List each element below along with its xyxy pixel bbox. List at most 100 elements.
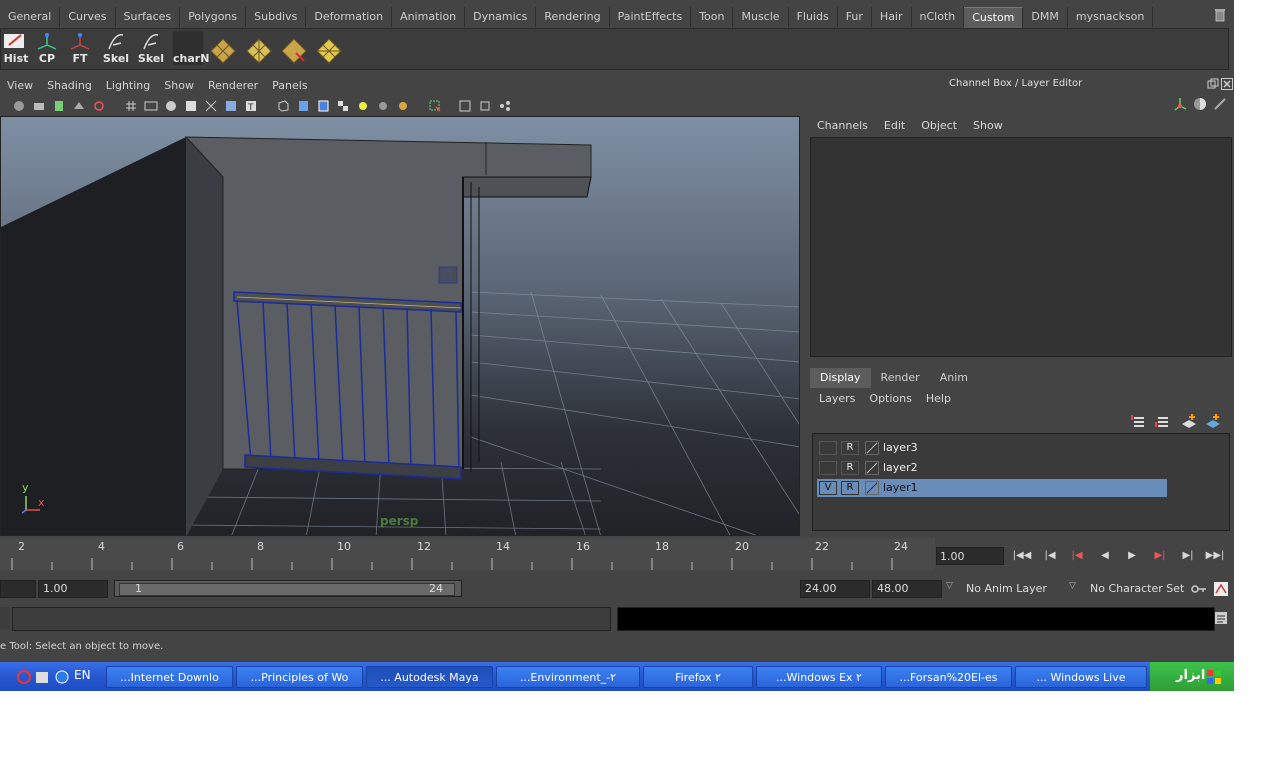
character-set-dropdown[interactable]: No Character Set xyxy=(1090,582,1184,595)
taskbar-button-environment[interactable]: ...Environment_-۲ xyxy=(496,666,640,688)
shelf-button-ft[interactable]: FT xyxy=(65,31,95,65)
new-layer-selected-icon[interactable] xyxy=(1204,412,1222,430)
default-light-icon[interactable] xyxy=(356,99,370,113)
chevron-down-icon[interactable]: ▽ xyxy=(946,581,953,591)
taskbar-button-internet-download[interactable]: ...Internet Downlo xyxy=(106,666,233,688)
layer-color-swatch[interactable] xyxy=(865,461,879,475)
quick-launch-icons[interactable] xyxy=(2,669,72,685)
move-layer-down-icon[interactable] xyxy=(1154,412,1172,430)
shelf-tab-polygons[interactable]: Polygons xyxy=(180,7,247,27)
2d-pan-zoom-icon[interactable] xyxy=(92,99,106,113)
tab-display[interactable]: Display xyxy=(810,368,871,388)
step-back-key-button[interactable]: |◀ xyxy=(1067,550,1087,564)
menu-renderer[interactable]: Renderer xyxy=(201,76,265,96)
shelf-tab-subdivs[interactable]: Subdivs xyxy=(246,7,307,27)
menu-channels[interactable]: Channels xyxy=(809,117,876,135)
select-camera-icon[interactable] xyxy=(12,99,26,113)
menu-object[interactable]: Object xyxy=(913,117,965,135)
script-editor-icon[interactable] xyxy=(1214,611,1228,625)
shelf-tab-fluids[interactable]: Fluids xyxy=(789,7,838,27)
safe-title-icon[interactable]: T xyxy=(244,99,258,113)
taskbar-button-autodesk-maya[interactable]: ... Autodesk Maya xyxy=(366,666,493,688)
animation-start-field[interactable] xyxy=(0,580,36,598)
new-empty-layer-icon[interactable] xyxy=(1180,412,1198,430)
resolution-gate-icon[interactable] xyxy=(164,99,178,113)
taskbar-button-windows-live[interactable]: ... Windows Live xyxy=(1015,666,1147,688)
textured-icon[interactable] xyxy=(336,99,350,113)
shelf-button-cp[interactable]: CP xyxy=(32,31,62,65)
isolate-select-icon[interactable] xyxy=(428,99,442,113)
shelf-tab-toon[interactable]: Toon xyxy=(691,7,734,27)
all-lights-icon[interactable] xyxy=(376,99,390,113)
shelf-tab-muscle[interactable]: Muscle xyxy=(733,7,789,27)
taskbar-button-principles[interactable]: ...Principles of Wo xyxy=(236,666,363,688)
layer-row-selected[interactable]: V R layer1 xyxy=(817,479,1167,497)
play-forwards-button[interactable]: ▶ xyxy=(1122,550,1142,564)
menu-lighting[interactable]: Lighting xyxy=(99,76,157,96)
shelf-tab-custom[interactable]: Custom xyxy=(964,7,1024,28)
smooth-shade-icon[interactable] xyxy=(296,99,310,113)
layer-visibility-toggle[interactable] xyxy=(819,441,837,455)
shelf-tab-general[interactable]: General xyxy=(0,7,61,27)
wireframe-on-shaded-icon[interactable] xyxy=(316,99,330,113)
move-layer-up-icon[interactable] xyxy=(1130,412,1148,430)
menu-edit[interactable]: Edit xyxy=(876,117,913,135)
animation-preferences-icon[interactable] xyxy=(1213,581,1229,597)
layer-display-type-toggle[interactable]: R xyxy=(841,461,859,475)
command-line-input[interactable] xyxy=(12,607,611,631)
shelf-tab-dmm[interactable]: DMM xyxy=(1023,7,1068,27)
start-button[interactable]: ابزار xyxy=(1150,662,1234,691)
menu-show[interactable]: Show xyxy=(965,117,1011,135)
grid-toggle-icon[interactable] xyxy=(124,99,138,113)
shelf-button-hist[interactable]: Hist xyxy=(1,31,31,65)
shelf-tab-mysnackson[interactable]: mysnackson xyxy=(1068,7,1154,27)
menu-layers[interactable]: Layers xyxy=(812,390,862,408)
shelf-tab-animation[interactable]: Animation xyxy=(392,7,466,27)
xray-icon[interactable] xyxy=(458,99,472,113)
chevron-down-icon[interactable]: ▽ xyxy=(1069,581,1076,591)
taskbar-button-windows-explorer[interactable]: ...Windows Ex ۲ xyxy=(756,666,882,688)
current-frame-field[interactable]: 1.00 xyxy=(936,547,1004,565)
menu-view[interactable]: View xyxy=(0,76,40,96)
mel-toggle[interactable] xyxy=(0,607,10,629)
manipulator-icon[interactable] xyxy=(1172,96,1188,112)
go-to-end-button[interactable]: ▶▶| xyxy=(1205,550,1225,564)
trash-icon[interactable] xyxy=(1214,8,1226,22)
shelf-button-skel-2[interactable]: Skel xyxy=(136,31,166,65)
shelf-tab-curves[interactable]: Curves xyxy=(60,7,116,27)
image-plane-icon[interactable] xyxy=(72,99,86,113)
layer-display-type-toggle[interactable]: R xyxy=(841,481,859,495)
uv-layout-icon[interactable] xyxy=(313,33,343,67)
shelf-tab-deformation[interactable]: Deformation xyxy=(306,7,393,27)
shelf-tab-hair[interactable]: Hair xyxy=(872,7,912,27)
playback-end-field[interactable]: 24.00 xyxy=(800,580,870,598)
gate-mask-icon[interactable] xyxy=(184,99,198,113)
xray-joints-icon[interactable] xyxy=(478,99,492,113)
bookmark-icon[interactable] xyxy=(52,99,66,113)
tab-anim[interactable]: Anim xyxy=(930,368,978,388)
layer-color-swatch[interactable] xyxy=(865,481,879,495)
taskbar-button-firefox[interactable]: Firefox ۲ xyxy=(643,666,753,688)
uv-plane-icon[interactable] xyxy=(207,33,237,67)
step-back-frame-button[interactable]: |◀ xyxy=(1040,550,1060,564)
range-slider[interactable]: 1 24 xyxy=(114,580,462,597)
shelf-tab-ncloth[interactable]: nCloth xyxy=(912,7,965,27)
menu-shading[interactable]: Shading xyxy=(40,76,99,96)
play-backwards-button[interactable]: ◀ xyxy=(1095,550,1115,564)
layer-display-type-toggle[interactable]: R xyxy=(841,441,859,455)
shelf-button-skel-1[interactable]: Skel xyxy=(101,31,131,65)
uv-grid-icon[interactable] xyxy=(243,33,273,67)
float-panel-icon[interactable] xyxy=(1207,78,1219,90)
perspective-viewport[interactable] xyxy=(0,116,800,536)
animation-end-field[interactable]: 48.00 xyxy=(872,580,942,598)
shelf-tab-fur[interactable]: Fur xyxy=(838,7,872,27)
go-to-start-button[interactable]: |◀◀ xyxy=(1012,550,1032,564)
film-gate-icon[interactable] xyxy=(144,99,158,113)
playback-start-field[interactable]: 1.00 xyxy=(38,580,108,598)
range-slider-handle[interactable] xyxy=(119,583,455,596)
field-chart-icon[interactable] xyxy=(204,99,218,113)
xray-components-icon[interactable] xyxy=(498,99,512,113)
layer-color-swatch[interactable] xyxy=(865,441,879,455)
attribute-editor-icon[interactable] xyxy=(1192,96,1208,112)
shelf-tab-rendering[interactable]: Rendering xyxy=(536,7,610,27)
